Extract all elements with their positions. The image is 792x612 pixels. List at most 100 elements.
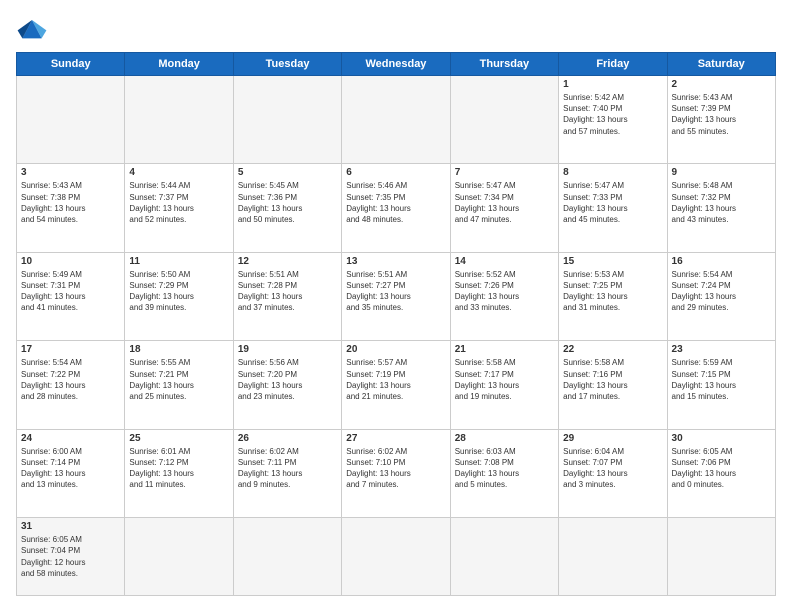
day-number: 20 (346, 344, 445, 355)
day-number: 31 (21, 521, 120, 532)
day-number: 2 (672, 79, 771, 90)
calendar-header: SundayMondayTuesdayWednesdayThursdayFrid… (17, 53, 776, 76)
calendar-cell: 1 Sunrise: 5:42 AM Sunset: 7:40 PM Daylig… (559, 76, 667, 164)
calendar-cell (342, 518, 450, 596)
day-number: 13 (346, 256, 445, 267)
day-number: 15 (563, 256, 662, 267)
calendar-cell (559, 518, 667, 596)
day-info: Sunrise: 5:43 AM Sunset: 7:38 PM Dayligh… (21, 180, 120, 225)
calendar-cell: 8Sunrise: 5:47 AM Sunset: 7:33 PM Daylig… (559, 164, 667, 252)
day-number: 3 (21, 167, 120, 178)
day-info: Sunrise: 6:03 AM Sunset: 7:08 PM Dayligh… (455, 446, 554, 491)
calendar-cell (17, 76, 125, 164)
day-info: Sunrise: 5:59 AM Sunset: 7:15 PM Dayligh… (672, 357, 771, 402)
day-info: Sunrise: 5:54 AM Sunset: 7:22 PM Dayligh… (21, 357, 120, 402)
day-number: 27 (346, 433, 445, 444)
day-number: 24 (21, 433, 120, 444)
calendar-cell: 13 Sunrise: 5:51 AM Sunset: 7:27 PM Dayli… (342, 252, 450, 340)
day-header-sunday: Sunday (17, 53, 125, 76)
week-row-3: 17Sunrise: 5:54 AM Sunset: 7:22 PM Dayli… (17, 341, 776, 429)
day-info: Sunrise: 5:42 AM Sunset: 7:40 PM Dayligh… (563, 92, 662, 137)
day-header-friday: Friday (559, 53, 667, 76)
day-info: Sunrise: 6:02 AM Sunset: 7:11 PM Dayligh… (238, 446, 337, 491)
day-number: 30 (672, 433, 771, 444)
day-number: 12 (238, 256, 337, 267)
logo-icon (16, 16, 48, 44)
day-info: Sunrise: 5:57 AM Sunset: 7:19 PM Dayligh… (346, 357, 445, 402)
calendar-table: SundayMondayTuesdayWednesdayThursdayFrid… (16, 52, 776, 596)
day-info: Sunrise: 5:46 AM Sunset: 7:35 PM Dayligh… (346, 180, 445, 225)
day-number: 7 (455, 167, 554, 178)
calendar-cell: 19 Sunrise: 5:56 AM Sunset: 7:20 PM Dayli… (233, 341, 341, 429)
calendar-cell: 17Sunrise: 5:54 AM Sunset: 7:22 PM Dayli… (17, 341, 125, 429)
day-info: Sunrise: 5:47 AM Sunset: 7:34 PM Dayligh… (455, 180, 554, 225)
calendar-cell: 12 Sunrise: 5:51 AM Sunset: 7:28 PM Dayli… (233, 252, 341, 340)
day-number: 21 (455, 344, 554, 355)
day-number: 23 (672, 344, 771, 355)
day-header-tuesday: Tuesday (233, 53, 341, 76)
day-info: Sunrise: 6:05 AM Sunset: 7:06 PM Dayligh… (672, 446, 771, 491)
calendar-cell: 23 Sunrise: 5:59 AM Sunset: 7:15 PM Dayli… (667, 341, 775, 429)
calendar-cell: 9Sunrise: 5:48 AM Sunset: 7:32 PM Daylig… (667, 164, 775, 252)
calendar-cell (342, 76, 450, 164)
day-info: Sunrise: 5:54 AM Sunset: 7:24 PM Dayligh… (672, 269, 771, 314)
day-number: 11 (129, 256, 228, 267)
day-header-saturday: Saturday (667, 53, 775, 76)
day-number: 1 (563, 79, 662, 90)
calendar-body: 1 Sunrise: 5:42 AM Sunset: 7:40 PM Daylig… (17, 76, 776, 596)
calendar-cell: 4Sunrise: 5:44 AM Sunset: 7:37 PM Daylig… (125, 164, 233, 252)
day-info: Sunrise: 5:47 AM Sunset: 7:33 PM Dayligh… (563, 180, 662, 225)
day-info: Sunrise: 5:43 AM Sunset: 7:39 PM Dayligh… (672, 92, 771, 137)
calendar-cell: 24 Sunrise: 6:00 AM Sunset: 7:14 PM Dayli… (17, 429, 125, 517)
day-info: Sunrise: 5:58 AM Sunset: 7:17 PM Dayligh… (455, 357, 554, 402)
week-row-1: 3 Sunrise: 5:43 AM Sunset: 7:38 PM Daylig… (17, 164, 776, 252)
day-number: 16 (672, 256, 771, 267)
week-row-0: 1 Sunrise: 5:42 AM Sunset: 7:40 PM Daylig… (17, 76, 776, 164)
day-info: Sunrise: 5:49 AM Sunset: 7:31 PM Dayligh… (21, 269, 120, 314)
calendar-cell: 22Sunrise: 5:58 AM Sunset: 7:16 PM Dayli… (559, 341, 667, 429)
calendar-cell: 6 Sunrise: 5:46 AM Sunset: 7:35 PM Daylig… (342, 164, 450, 252)
day-info: Sunrise: 6:01 AM Sunset: 7:12 PM Dayligh… (129, 446, 228, 491)
calendar-cell: 16 Sunrise: 5:54 AM Sunset: 7:24 PM Dayli… (667, 252, 775, 340)
calendar-cell (125, 518, 233, 596)
calendar-cell (450, 518, 558, 596)
page: SundayMondayTuesdayWednesdayThursdayFrid… (0, 0, 792, 612)
calendar-cell: 15Sunrise: 5:53 AM Sunset: 7:25 PM Dayli… (559, 252, 667, 340)
day-number: 19 (238, 344, 337, 355)
week-row-5: 31 Sunrise: 6:05 AM Sunset: 7:04 PM Dayli… (17, 518, 776, 596)
day-number: 6 (346, 167, 445, 178)
calendar-cell (233, 76, 341, 164)
calendar-cell: 2 Sunrise: 5:43 AM Sunset: 7:39 PM Daylig… (667, 76, 775, 164)
week-row-4: 24 Sunrise: 6:00 AM Sunset: 7:14 PM Dayli… (17, 429, 776, 517)
day-info: Sunrise: 5:51 AM Sunset: 7:27 PM Dayligh… (346, 269, 445, 314)
week-row-2: 10Sunrise: 5:49 AM Sunset: 7:31 PM Dayli… (17, 252, 776, 340)
day-info: Sunrise: 5:48 AM Sunset: 7:32 PM Dayligh… (672, 180, 771, 225)
calendar-cell: 18Sunrise: 5:55 AM Sunset: 7:21 PM Dayli… (125, 341, 233, 429)
day-number: 25 (129, 433, 228, 444)
calendar-cell: 10Sunrise: 5:49 AM Sunset: 7:31 PM Dayli… (17, 252, 125, 340)
calendar-cell: 30 Sunrise: 6:05 AM Sunset: 7:06 PM Dayli… (667, 429, 775, 517)
calendar-cell (125, 76, 233, 164)
day-header-monday: Monday (125, 53, 233, 76)
calendar-cell: 14Sunrise: 5:52 AM Sunset: 7:26 PM Dayli… (450, 252, 558, 340)
days-row: SundayMondayTuesdayWednesdayThursdayFrid… (17, 53, 776, 76)
day-info: Sunrise: 6:04 AM Sunset: 7:07 PM Dayligh… (563, 446, 662, 491)
calendar-cell (233, 518, 341, 596)
day-info: Sunrise: 6:05 AM Sunset: 7:04 PM Dayligh… (21, 534, 120, 579)
day-info: Sunrise: 5:56 AM Sunset: 7:20 PM Dayligh… (238, 357, 337, 402)
day-number: 5 (238, 167, 337, 178)
day-header-thursday: Thursday (450, 53, 558, 76)
calendar-cell: 21 Sunrise: 5:58 AM Sunset: 7:17 PM Dayli… (450, 341, 558, 429)
day-number: 22 (563, 344, 662, 355)
day-info: Sunrise: 5:50 AM Sunset: 7:29 PM Dayligh… (129, 269, 228, 314)
day-info: Sunrise: 5:44 AM Sunset: 7:37 PM Dayligh… (129, 180, 228, 225)
day-number: 26 (238, 433, 337, 444)
day-info: Sunrise: 5:51 AM Sunset: 7:28 PM Dayligh… (238, 269, 337, 314)
calendar-cell (667, 518, 775, 596)
day-info: Sunrise: 5:45 AM Sunset: 7:36 PM Dayligh… (238, 180, 337, 225)
day-number: 28 (455, 433, 554, 444)
day-number: 14 (455, 256, 554, 267)
day-info: Sunrise: 6:00 AM Sunset: 7:14 PM Dayligh… (21, 446, 120, 491)
calendar-cell: 29Sunrise: 6:04 AM Sunset: 7:07 PM Dayli… (559, 429, 667, 517)
header (16, 16, 776, 44)
